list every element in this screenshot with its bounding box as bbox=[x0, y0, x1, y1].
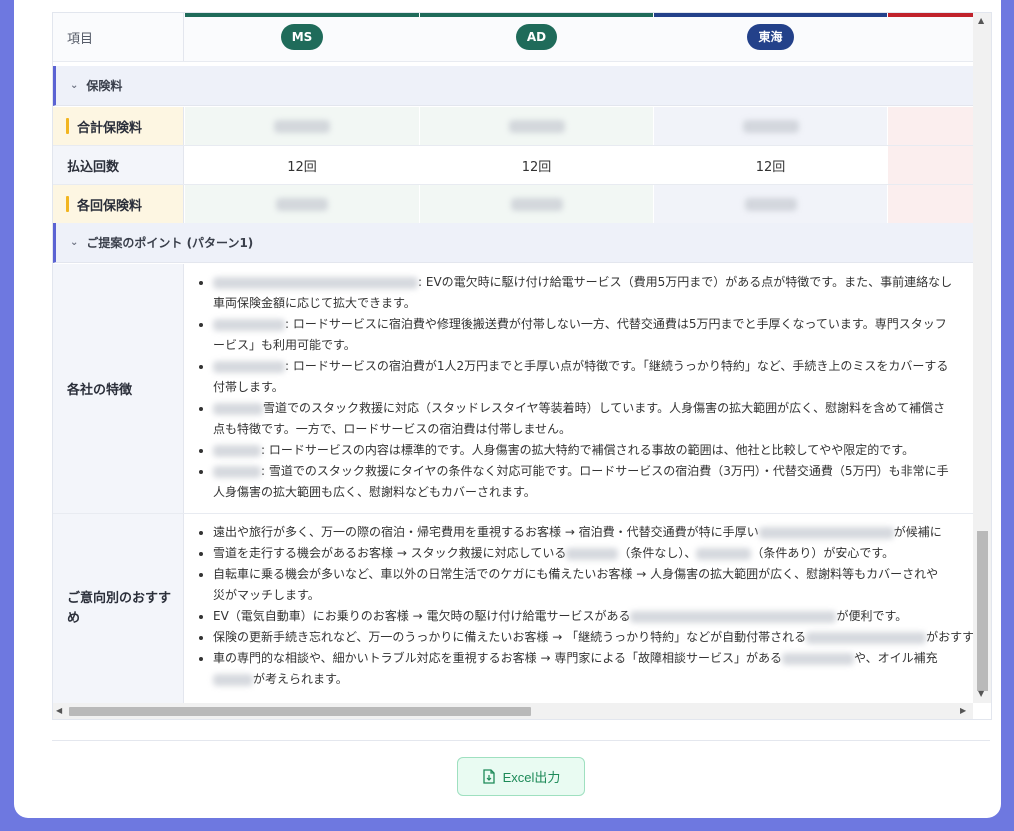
scroll-down-arrow-icon[interactable]: ▼ bbox=[978, 689, 984, 698]
ms-badge: MS bbox=[280, 24, 324, 50]
feature-item: : EVの電欠時に駆け付け給電サービス（費用5万円まで）がある点が特徴です。また… bbox=[213, 272, 973, 314]
recommend-label: ご意向別のおすすめ bbox=[53, 514, 184, 703]
header-row: 項目 MS AD 東海 bbox=[53, 13, 973, 62]
fourth-installment-premium bbox=[888, 185, 973, 223]
tokai-installment-premium bbox=[654, 185, 887, 223]
fourth-column-bar bbox=[888, 13, 973, 17]
comparison-table-viewport[interactable]: 項目 MS AD 東海 ⌄ 保険料 合計保険料 払込回数 12回 12回 12回… bbox=[52, 12, 992, 720]
feature-item: : ロードサービスに宿泊費や修理後搬送費が付帯しない一方、代替交通費は5万円まで… bbox=[213, 314, 973, 356]
header-label: 項目 bbox=[53, 13, 184, 61]
ms-payment-count: 12回 bbox=[287, 159, 317, 175]
feature-item: : ロードサービスの内容は標準的です。人身傷害の拡大特約で補償される事故の範囲は… bbox=[213, 440, 973, 461]
ad-badge: AD bbox=[515, 24, 558, 50]
chevron-down-icon: ⌄ bbox=[70, 80, 79, 91]
recommend-list: 遠出や旅行が多く、万一の際の宿泊・帰宅費用を重視するお客様 → 宿泊費・代替交通… bbox=[199, 522, 973, 690]
horizontal-scrollbar[interactable]: ◀ ▶ bbox=[53, 703, 973, 719]
recommend-row: ご意向別のおすすめ 遠出や旅行が多く、万一の際の宿泊・帰宅費用を重視するお客様 … bbox=[53, 514, 973, 703]
feature-item: : ロードサービスの宿泊費が1人2万円までと手厚い点が特徴です。「継続うっかり特… bbox=[213, 356, 973, 398]
feature-item: : 雪道でのスタック救援にタイヤの条件なく対応可能です。ロードサービスの宿泊費（… bbox=[213, 461, 973, 503]
recommend-item: EV（電気自動車）にお乗りのお客様 → 電欠時の駆け付け給電サービスがあるが便利… bbox=[213, 606, 973, 627]
main-card: 項目 MS AD 東海 ⌄ 保険料 合計保険料 払込回数 12回 12回 12回… bbox=[14, 0, 1001, 818]
tokai-payment-count: 12回 bbox=[755, 159, 786, 175]
recommend-item: 自転車に乗る機会が多いなど、車以外の日常生活でのケガにも備えたいお客様 → 人身… bbox=[213, 564, 973, 606]
tokai-badge: 東海 bbox=[747, 24, 794, 50]
recommend-item: 雪道を走行する機会があるお客様 → スタック救援に対応している（条件なし）、（条… bbox=[213, 543, 973, 564]
scroll-left-arrow-icon[interactable]: ◀ bbox=[56, 706, 62, 715]
ad-installment-premium bbox=[420, 185, 653, 223]
scroll-right-arrow-icon[interactable]: ▶ bbox=[960, 706, 966, 715]
excel-export-button[interactable]: Excel出力 bbox=[457, 757, 585, 796]
tokai-total-premium bbox=[654, 107, 887, 145]
recommend-item: 保険の更新手続き忘れなど、万一のうっかりに備えたいお客様 → 「継続うっかり特約… bbox=[213, 627, 973, 648]
ad-header: AD bbox=[420, 13, 653, 61]
ms-total-premium bbox=[185, 107, 419, 145]
installment-premium-row: 各回保険料 bbox=[53, 185, 973, 224]
features-label: 各社の特徴 bbox=[53, 264, 184, 513]
footer-divider bbox=[52, 740, 990, 741]
chevron-down-icon: ⌄ bbox=[70, 237, 79, 248]
points-section-title: ご提案のポイント (パターン1) bbox=[86, 236, 254, 250]
fourth-total-premium bbox=[888, 107, 973, 145]
scroll-up-arrow-icon[interactable]: ▲ bbox=[978, 16, 984, 25]
vertical-scrollbar[interactable]: ▲ ▼ bbox=[973, 13, 991, 703]
excel-export-label: Excel出力 bbox=[502, 770, 561, 785]
features-list: : EVの電欠時に駆け付け給電サービス（費用5万円まで）がある点が特徴です。また… bbox=[199, 272, 973, 503]
installment-premium-label: 各回保険料 bbox=[53, 185, 184, 223]
premium-section-toggle[interactable]: ⌄ 保険料 bbox=[53, 66, 973, 106]
feature-item: 雪道でのスタック救援に対応（スタッドレスタイヤ等装着時）しています。人身傷害の拡… bbox=[213, 398, 973, 440]
table-scroll-area: 項目 MS AD 東海 ⌄ 保険料 合計保険料 払込回数 12回 12回 12回… bbox=[53, 13, 973, 703]
fourth-payment-count bbox=[888, 146, 973, 184]
total-premium-row: 合計保険料 bbox=[53, 107, 973, 146]
total-premium-label: 合計保険料 bbox=[53, 107, 184, 145]
premium-section-title: 保険料 bbox=[86, 79, 123, 93]
payment-count-label: 払込回数 bbox=[53, 146, 184, 184]
horizontal-scroll-thumb[interactable] bbox=[69, 707, 531, 716]
payment-count-row: 払込回数 12回 12回 12回 bbox=[53, 146, 973, 185]
file-download-icon bbox=[482, 769, 495, 784]
ad-payment-count: 12回 bbox=[521, 159, 552, 175]
ad-total-premium bbox=[420, 107, 653, 145]
features-row: 各社の特徴 : EVの電欠時に駆け付け給電サービス（費用5万円まで）がある点が特… bbox=[53, 264, 973, 514]
ms-header: MS bbox=[185, 13, 419, 61]
recommend-item: 車の専門的な相談や、細かいトラブル対応を重視するお客様 → 専門家による「故障相… bbox=[213, 648, 973, 690]
vertical-scroll-thumb[interactable] bbox=[977, 531, 988, 691]
tokai-header: 東海 bbox=[654, 13, 887, 61]
recommend-item: 遠出や旅行が多く、万一の際の宿泊・帰宅費用を重視するお客様 → 宿泊費・代替交通… bbox=[213, 522, 973, 543]
ms-installment-premium bbox=[185, 185, 419, 223]
points-section-toggle[interactable]: ⌄ ご提案のポイント (パターン1) bbox=[53, 223, 973, 263]
